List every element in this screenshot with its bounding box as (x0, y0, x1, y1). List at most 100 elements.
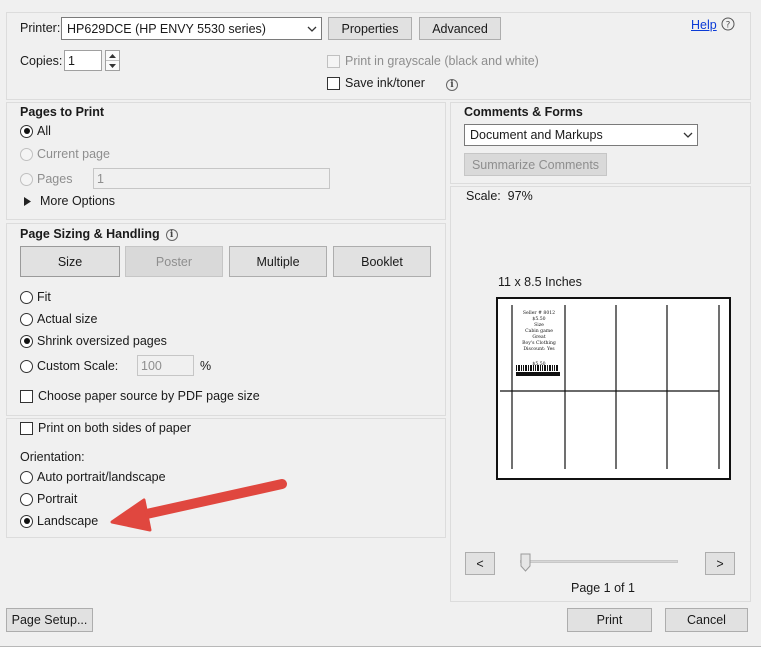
auto-orientation-radio[interactable] (20, 470, 33, 484)
custom-scale-input[interactable]: 100 (137, 355, 194, 376)
scale-readout: Scale: 97% (466, 189, 533, 203)
both-sides-option[interactable]: Print on both sides of paper (20, 419, 191, 437)
all-pages-label: All (37, 124, 51, 138)
both-sides-label: Print on both sides of paper (38, 421, 191, 435)
paper-source-option[interactable]: Choose paper source by PDF page size (20, 387, 260, 405)
landscape-radio[interactable] (20, 514, 33, 528)
portrait-radio[interactable] (20, 492, 33, 506)
orientation-title: Orientation: (20, 450, 85, 464)
shrink-label: Shrink oversized pages (37, 334, 167, 348)
paper-source-label: Choose paper source by PDF page size (38, 389, 260, 403)
all-pages-radio[interactable] (20, 124, 33, 138)
fit-option[interactable]: Fit (20, 288, 51, 306)
copies-stepper[interactable] (105, 50, 120, 71)
tab-multiple-label: Multiple (256, 254, 300, 269)
pages-range-option[interactable]: Pages (20, 170, 72, 188)
printer-label: Printer: (20, 21, 61, 35)
paper-size-label: 11 x 8.5 Inches (498, 275, 582, 289)
cancel-label: Cancel (687, 613, 726, 627)
page-sizing-info-icon[interactable]: i (165, 226, 178, 241)
tab-booklet[interactable]: Booklet (333, 246, 431, 277)
shrink-radio[interactable] (20, 334, 33, 348)
all-pages-option[interactable]: All (20, 122, 51, 140)
label-line: $5.50 (532, 362, 546, 367)
page-setup-button[interactable]: Page Setup... (6, 608, 93, 632)
landscape-label: Landscape (37, 514, 99, 528)
properties-button-label: Properties (341, 21, 399, 36)
advanced-button-label: Advanced (432, 21, 488, 36)
tab-multiple[interactable]: Multiple (229, 246, 327, 277)
page-preview: Seller # 8012 $5.50 Size Cabin game Grea… (496, 297, 731, 480)
page-setup-label: Page Setup... (11, 613, 88, 627)
stepper-up-icon[interactable] (106, 51, 119, 61)
slider-track (520, 560, 678, 563)
prev-page-button[interactable]: < (465, 552, 495, 575)
tab-size-label: Size (57, 254, 83, 269)
portrait-option[interactable]: Portrait (20, 490, 77, 508)
shrink-option[interactable]: Shrink oversized pages (20, 332, 167, 350)
comments-forms-title: Comments & Forms (464, 105, 583, 119)
pages-range-value: 1 (97, 171, 104, 186)
svg-text:?: ? (726, 21, 731, 31)
stepper-down-icon[interactable] (106, 61, 119, 70)
current-page-radio[interactable] (20, 147, 33, 161)
chevron-down-icon (679, 125, 697, 145)
print-button[interactable]: Print (567, 608, 652, 632)
landscape-option[interactable]: Landscape (20, 512, 98, 530)
current-page-label: Current page (37, 147, 110, 161)
pages-range-input[interactable]: 1 (93, 168, 330, 189)
custom-scale-label: Custom Scale: (37, 359, 119, 373)
next-page-button[interactable]: > (705, 552, 735, 575)
actual-size-label: Actual size (37, 312, 98, 326)
save-ink-option[interactable]: Save ink/toner (327, 74, 425, 92)
copies-label: Copies: (20, 54, 63, 68)
pages-range-radio[interactable] (20, 172, 33, 186)
comments-forms-select[interactable]: Document and Markups (464, 124, 698, 146)
annotation-arrow (110, 479, 287, 532)
fit-radio[interactable] (20, 290, 33, 304)
custom-scale-option[interactable]: Custom Scale: (20, 357, 118, 375)
page-sizing-title-row: Page Sizing & Handling i (20, 226, 178, 241)
slider-thumb[interactable] (520, 553, 531, 572)
copies-input-value: 1 (68, 53, 75, 68)
more-options-toggle[interactable]: More Options (24, 194, 115, 208)
save-ink-label: Save ink/toner (345, 76, 425, 90)
help-icon[interactable]: ? (721, 17, 735, 34)
page-sizing-title: Page Sizing & Handling (20, 226, 160, 241)
grayscale-option[interactable]: Print in grayscale (black and white) (327, 52, 539, 70)
paper-source-checkbox[interactable] (20, 389, 33, 403)
more-options-label: More Options (40, 194, 116, 208)
both-sides-checkbox[interactable] (20, 421, 33, 435)
tab-poster[interactable]: Poster (125, 246, 223, 277)
properties-button[interactable]: Properties (328, 17, 412, 40)
prev-page-label: < (476, 556, 484, 571)
tab-booklet-label: Booklet (361, 254, 403, 269)
chevron-down-icon (303, 18, 321, 39)
page-info: Page 1 of 1 (571, 581, 635, 595)
grayscale-checkbox[interactable] (327, 54, 340, 68)
save-ink-checkbox[interactable] (327, 76, 340, 90)
bottom-divider (0, 646, 761, 652)
copies-input[interactable]: 1 (64, 50, 102, 71)
pages-to-print-title: Pages to Print (20, 105, 105, 119)
custom-scale-radio[interactable] (20, 359, 33, 373)
expand-triangle-icon (24, 196, 31, 206)
actual-size-option[interactable]: Actual size (20, 310, 97, 328)
page-slider[interactable] (520, 553, 678, 573)
pages-range-label: Pages (37, 172, 73, 186)
printer-select[interactable]: HP629DCE (HP ENVY 5530 series) (61, 17, 322, 40)
portrait-label: Portrait (37, 492, 78, 506)
tab-size[interactable]: Size (20, 246, 120, 277)
custom-scale-value: 100 (141, 358, 162, 373)
save-ink-info-icon[interactable]: i (446, 76, 458, 91)
cancel-button[interactable]: Cancel (665, 608, 748, 632)
tab-poster-label: Poster (155, 254, 193, 269)
actual-size-radio[interactable] (20, 312, 33, 326)
current-page-option[interactable]: Current page (20, 145, 110, 163)
next-page-label: > (716, 556, 724, 571)
fit-label: Fit (37, 290, 51, 304)
summarize-comments-button[interactable]: Summarize Comments (464, 153, 607, 176)
help-link[interactable]: Help (691, 18, 717, 32)
advanced-button[interactable]: Advanced (419, 17, 501, 40)
grayscale-label: Print in grayscale (black and white) (345, 54, 539, 68)
